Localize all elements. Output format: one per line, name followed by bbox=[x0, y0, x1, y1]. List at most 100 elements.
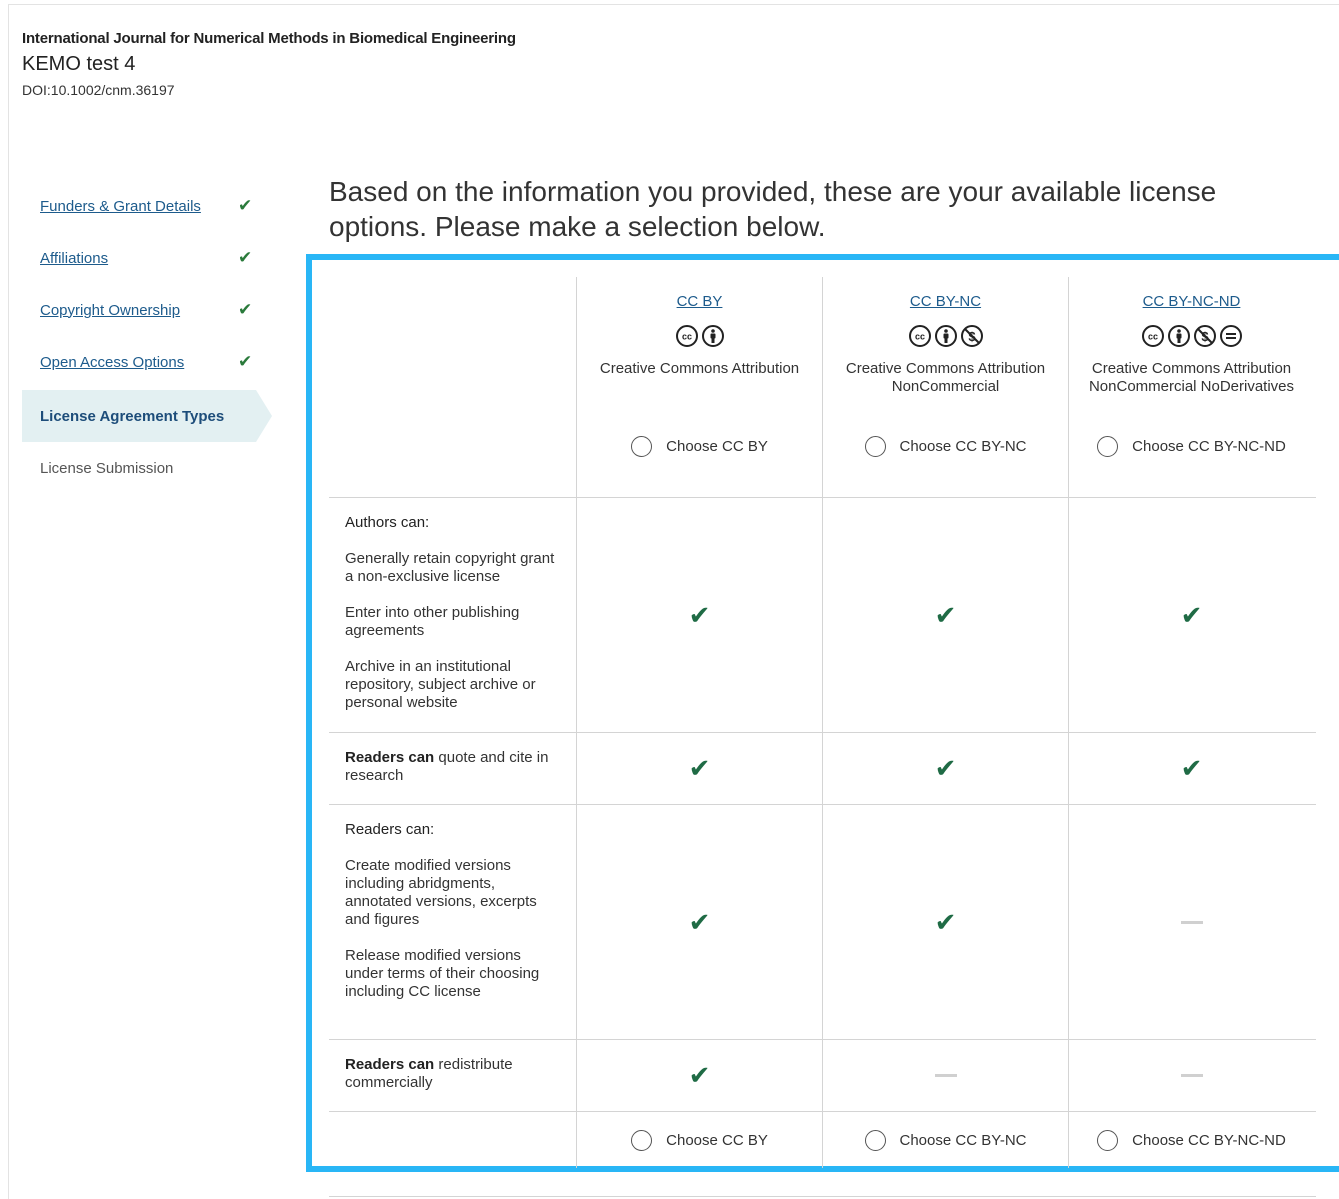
sidebar-item-funders[interactable]: Funders & Grant Details ✔ bbox=[22, 180, 272, 232]
cc-icon: cc bbox=[675, 325, 698, 347]
check-icon: ✔ bbox=[238, 196, 253, 215]
svg-text:cc: cc bbox=[914, 332, 924, 342]
choose-cc-by-nc-bottom[interactable]: Choose CC BY-NC bbox=[864, 1129, 1027, 1151]
footer-empty-cell bbox=[329, 1112, 576, 1168]
section-divider bbox=[329, 1196, 1316, 1197]
nc-icon: $ bbox=[960, 325, 983, 347]
feature-cell: Readers can quote and cite in research bbox=[329, 733, 576, 804]
feature-cell: Readers can redistribute commercially bbox=[329, 1040, 576, 1111]
matrix-cell bbox=[822, 1040, 1068, 1111]
by-icon bbox=[934, 325, 957, 347]
license-name: Creative Commons Attribution bbox=[599, 360, 800, 377]
choose-label: Choose CC BY-NC-ND bbox=[1132, 438, 1286, 455]
nc-icon: $ bbox=[1193, 325, 1216, 347]
license-link-cc-by-nc[interactable]: CC BY-NC bbox=[910, 293, 981, 310]
matrix-cell bbox=[1068, 1040, 1314, 1111]
article-header: International Journal for Numerical Meth… bbox=[22, 30, 516, 98]
choose-cell: Choose CC BY-NC bbox=[822, 1112, 1068, 1168]
cc-icons: cc $ bbox=[1141, 324, 1243, 350]
sidebar-label-license-submission: License Submission bbox=[40, 459, 174, 477]
feature-heading: Readers can: bbox=[345, 821, 435, 838]
sidebar-item-affiliations[interactable]: Affiliations ✔ bbox=[22, 232, 272, 284]
choose-cc-by-nc-nd-bottom[interactable]: Choose CC BY-NC-ND bbox=[1097, 1129, 1286, 1151]
cc-icons: cc bbox=[675, 324, 725, 350]
article-doi: DOI:10.1002/cnm.36197 bbox=[22, 82, 175, 98]
feature-item: Create modified versions including abrid… bbox=[345, 857, 537, 928]
sidebar-item-copyright[interactable]: Copyright Ownership ✔ bbox=[22, 284, 272, 336]
choose-cell: Choose CC BY-NC-ND bbox=[1068, 1112, 1314, 1168]
check-icon: ✔ bbox=[1180, 753, 1203, 783]
radio-button[interactable] bbox=[864, 1129, 886, 1151]
check-icon: ✔ bbox=[934, 753, 957, 783]
matrix-cell: ✔ bbox=[822, 805, 1068, 1039]
check-icon: ✔ bbox=[688, 599, 711, 630]
feature-row-redistribute: Readers can redistribute commercially ✔ bbox=[329, 1040, 1316, 1112]
license-header-row: CC BY cc Creative Commons Attribution Ch… bbox=[329, 277, 1316, 498]
choose-label: Choose CC BY-NC bbox=[899, 438, 1027, 455]
sidebar-label-license-types: License Agreement Types bbox=[40, 407, 225, 425]
choose-cc-by-top[interactable]: Choose CC BY bbox=[631, 436, 768, 457]
radio-button[interactable] bbox=[631, 436, 653, 457]
cc-icons: cc $ bbox=[908, 324, 984, 350]
feature-cell: Readers can: Create modified versions in… bbox=[329, 805, 576, 1039]
license-link-cc-by[interactable]: CC BY bbox=[677, 293, 723, 310]
check-icon: ✔ bbox=[934, 599, 957, 630]
choose-cell: Choose CC BY bbox=[576, 1112, 822, 1168]
feature-row-quote: Readers can quote and cite in research ✔… bbox=[329, 733, 1316, 805]
feature-bold: Readers can bbox=[345, 1056, 435, 1073]
matrix-cell: ✔ bbox=[576, 805, 822, 1039]
choose-label: Choose CC BY bbox=[666, 438, 768, 455]
choose-cc-by-bottom[interactable]: Choose CC BY bbox=[631, 1129, 768, 1151]
matrix-cell: ✔ bbox=[576, 498, 822, 732]
article-title: KEMO test 4 bbox=[22, 53, 136, 75]
sidebar-link-copyright[interactable]: Copyright Ownership bbox=[40, 302, 180, 319]
sidebar-link-funders[interactable]: Funders & Grant Details bbox=[40, 198, 201, 215]
feature-item: Enter into other publishing agreements bbox=[345, 604, 520, 639]
choose-cc-by-nc-nd-top[interactable]: Choose CC BY-NC-ND bbox=[1097, 436, 1286, 457]
check-icon: ✔ bbox=[238, 248, 253, 267]
check-icon: ✔ bbox=[238, 352, 253, 371]
feature-row-modify: Readers can: Create modified versions in… bbox=[329, 805, 1316, 1040]
matrix-cell bbox=[1068, 805, 1314, 1039]
radio-button[interactable] bbox=[864, 436, 886, 457]
feature-item: Archive in an institutional repository, … bbox=[345, 658, 536, 711]
license-choose-row: Choose CC BY Choose CC BY-NC Choose CC B… bbox=[329, 1112, 1316, 1168]
sidebar-link-open-access[interactable]: Open Access Options bbox=[40, 354, 184, 371]
sidebar-link-affiliations[interactable]: Affiliations bbox=[40, 250, 108, 267]
sidebar-item-open-access[interactable]: Open Access Options ✔ bbox=[22, 336, 272, 388]
sidebar-item-license-types[interactable]: License Agreement Types bbox=[22, 390, 272, 442]
check-icon: ✔ bbox=[238, 300, 253, 319]
license-name: Creative Commons Attribution NonCommerci… bbox=[845, 360, 1046, 395]
radio-button[interactable] bbox=[1097, 436, 1119, 457]
license-link-cc-by-nc-nd[interactable]: CC BY-NC-ND bbox=[1143, 293, 1241, 310]
choose-cc-by-nc-top[interactable]: Choose CC BY-NC bbox=[864, 436, 1027, 457]
matrix-cell: ✔ bbox=[1068, 498, 1314, 732]
radio-button[interactable] bbox=[1097, 1129, 1119, 1151]
matrix-cell: ✔ bbox=[576, 733, 822, 804]
cc-icon: cc bbox=[1141, 325, 1164, 347]
journal-name: International Journal for Numerical Meth… bbox=[22, 30, 516, 47]
not-allowed-dash bbox=[1180, 920, 1203, 924]
choose-label: Choose CC BY-NC bbox=[899, 1131, 1027, 1149]
check-icon: ✔ bbox=[688, 906, 711, 937]
nd-icon bbox=[1219, 325, 1242, 347]
feature-item: Generally retain copyright grant a non-e… bbox=[345, 550, 555, 585]
check-icon: ✔ bbox=[1180, 599, 1203, 630]
matrix-cell: ✔ bbox=[822, 498, 1068, 732]
radio-button[interactable] bbox=[631, 1129, 653, 1151]
by-icon bbox=[1167, 325, 1190, 347]
license-name: Creative Commons Attribution NonCommerci… bbox=[1088, 360, 1295, 395]
feature-heading: Authors can: bbox=[345, 514, 430, 531]
check-icon: ✔ bbox=[688, 1060, 711, 1090]
matrix-cell: ✔ bbox=[576, 1040, 822, 1111]
feature-row-authors: Authors can: Generally retain copyright … bbox=[329, 498, 1316, 733]
choose-label: Choose CC BY-NC-ND bbox=[1132, 1131, 1286, 1149]
feature-bold: Readers can bbox=[345, 749, 435, 766]
feature-cell: Authors can: Generally retain copyright … bbox=[329, 498, 576, 732]
check-icon: ✔ bbox=[934, 906, 957, 937]
license-comparison-table: CC BY cc Creative Commons Attribution Ch… bbox=[329, 277, 1316, 1168]
matrix-cell: ✔ bbox=[1068, 733, 1314, 804]
license-column-cc-by: CC BY cc Creative Commons Attribution Ch… bbox=[576, 277, 822, 497]
check-icon: ✔ bbox=[688, 753, 711, 783]
choose-label: Choose CC BY bbox=[666, 1131, 768, 1149]
